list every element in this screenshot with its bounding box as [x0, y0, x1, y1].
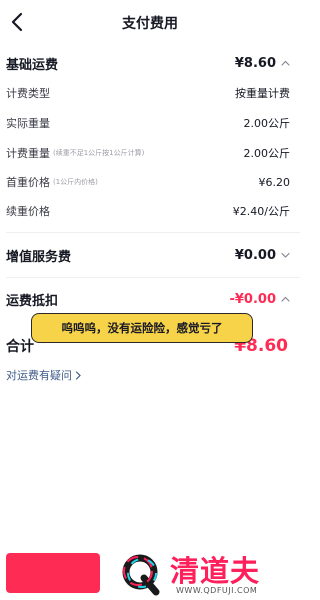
fee-item-note: (续重不足1公斤按1公斤计算) [53, 149, 145, 157]
fee-item-label: 计费重量 [6, 147, 50, 160]
fee-item-row: 实际重量 2.00公斤 [6, 114, 290, 132]
base-fee-label: 基础运费 [6, 57, 59, 73]
fee-item-value: 2.00公斤 [243, 147, 291, 160]
fee-item-note: (1公斤内价格) [53, 178, 98, 186]
chevron-up-icon[interactable] [280, 58, 290, 68]
value-added-header[interactable]: 增值服务费 ¥0.00 [6, 244, 290, 266]
fee-item-row: 计费重量 (续重不足1公斤按1公斤计算) 2.00公斤 [6, 144, 290, 162]
fee-item-value: ¥2.40/公斤 [232, 205, 290, 218]
deduction-amount: -¥0.00 [229, 291, 276, 307]
watermark-name: 清道夫 [170, 554, 261, 588]
fee-item-label: 首重价格 [6, 176, 50, 189]
fee-item-row: 计费类型 按重量计费 [6, 84, 290, 102]
fee-question-label: 对运费有疑问 [6, 369, 72, 382]
watermark-url: WWW.QDFUJI.COM [176, 586, 258, 595]
fee-item-value: ¥6.20 [258, 175, 291, 189]
fee-item-value: 按重量计费 [235, 87, 290, 100]
value-added-amount: ¥0.00 [234, 247, 276, 263]
total-label: 合计 [6, 339, 34, 355]
fee-item-value: 2.00公斤 [243, 117, 291, 130]
base-fee-amount: ¥8.60 [234, 55, 276, 71]
nav-bar: 支付费用 [0, 0, 300, 44]
deduction-header[interactable]: 运费抵扣 -¥0.00 [6, 288, 290, 310]
page-title: 支付费用 [122, 16, 178, 32]
fee-item-label: 续重价格 [6, 205, 50, 218]
fee-item-label: 实际重量 [6, 117, 50, 130]
divider [6, 277, 300, 278]
pay-button[interactable] [6, 553, 100, 593]
chevron-up-icon[interactable] [280, 294, 290, 304]
q-logo-icon [122, 554, 160, 596]
chevron-down-icon[interactable] [280, 250, 290, 260]
chevron-right-icon [75, 370, 81, 380]
value-added-label: 增值服务费 [6, 249, 72, 265]
caption-text: 呜呜呜，没有运险险，感觉亏了 [61, 321, 223, 335]
watermark: 清道夫 WWW.QDFUJI.COM [120, 548, 298, 600]
fee-item-row: 续重价格 ¥2.40/公斤 [6, 202, 290, 220]
fee-item-row: 首重价格 (1公斤内价格) ¥6.20 [6, 173, 290, 191]
caption-overlay: 呜呜呜，没有运险险，感觉亏了 [31, 313, 253, 343]
fee-question-link[interactable]: 对运费有疑问 [6, 367, 82, 383]
divider [6, 232, 300, 233]
base-fee-header[interactable]: 基础运费 ¥8.60 [6, 53, 290, 73]
deduction-label: 运费抵扣 [6, 293, 59, 309]
fee-item-label: 计费类型 [6, 87, 50, 100]
